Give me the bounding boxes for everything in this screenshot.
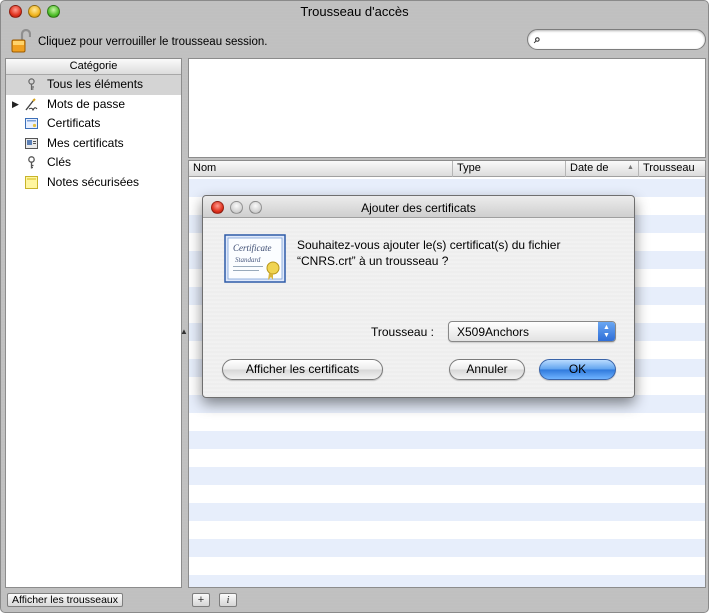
- window-title: Trousseau d'accès: [300, 4, 409, 19]
- sidebar-item-label: Mots de passe: [47, 96, 126, 111]
- lock-hint-text: Cliquez pour verrouiller le trousseau se…: [38, 36, 268, 48]
- dialog-title: Ajouter des certificats: [361, 201, 476, 215]
- sidebar-item-secure-notes[interactable]: Notes sécurisées: [6, 173, 181, 193]
- category-sidebar: Catégorie Tous les éléments ▶ Mots de pa…: [5, 58, 182, 588]
- sidebar-item-label: Mes certificats: [47, 135, 124, 150]
- search-field[interactable]: ⌕: [527, 29, 706, 50]
- all-items-icon: [28, 78, 35, 90]
- column-header-name[interactable]: Nom: [189, 161, 453, 177]
- sidebar-item-label: Certificats: [47, 116, 101, 130]
- column-header-keychain[interactable]: Trousseau: [639, 161, 705, 177]
- certificate-icon: [25, 118, 38, 129]
- ok-button[interactable]: OK: [539, 359, 616, 380]
- category-header: Catégorie: [6, 59, 181, 75]
- dialog-title-bar: Ajouter des certificats: [203, 196, 634, 218]
- cert-icon-text-1: Certificate: [233, 243, 272, 253]
- keychain-window: Trousseau d'accès Cliquez pour verrouill…: [0, 0, 709, 613]
- dialog-message: Souhaitez-vous ajouter le(s) certificat(…: [297, 238, 561, 268]
- cert-icon-text-2: Standard: [235, 256, 261, 264]
- key-icon: [28, 156, 35, 169]
- column-header-type[interactable]: Type: [453, 161, 566, 177]
- sidebar-item-label: Tous les éléments: [47, 77, 144, 91]
- popup-arrows-icon: ▲ ▼: [598, 322, 615, 341]
- sidebar-item-all-items[interactable]: Tous les éléments: [6, 75, 181, 95]
- sidebar-item-keys[interactable]: Clés: [6, 153, 181, 173]
- show-keychains-button[interactable]: Afficher les trousseaux: [7, 593, 123, 607]
- cancel-button[interactable]: Annuler: [449, 359, 525, 380]
- password-icon: [25, 97, 38, 111]
- item-preview-pane: [188, 58, 706, 158]
- get-info-button[interactable]: i: [219, 593, 237, 607]
- my-certificates-icon: [25, 137, 38, 149]
- sort-ascending-icon: ▲: [627, 164, 634, 171]
- show-certificates-button[interactable]: Afficher les certificats: [222, 359, 383, 380]
- secure-note-icon: [25, 175, 38, 189]
- add-certificates-dialog: Ajouter des certificats Certificate Stan…: [202, 195, 635, 398]
- keychain-selected-value: X509Anchors: [457, 325, 530, 339]
- sidebar-item-passwords[interactable]: ▶ Mots de passe: [6, 95, 181, 115]
- sidebar-item-label: Notes sécurisées: [47, 174, 140, 189]
- search-icon: ⌕: [534, 32, 541, 46]
- sidebar-item-certificates[interactable]: Certificats: [6, 114, 181, 134]
- table-header: Nom Type Date de ▲ Trousseau: [189, 161, 705, 177]
- certificate-document-icon: Certificate Standard: [224, 234, 286, 283]
- sidebar-item-my-certificates[interactable]: Mes certificats: [6, 134, 181, 154]
- keychain-popup-button[interactable]: X509Anchors ▲ ▼: [448, 321, 616, 342]
- unlocked-padlock-icon[interactable]: [11, 29, 31, 53]
- search-input[interactable]: [548, 32, 698, 47]
- title-bar: Trousseau d'accès: [1, 1, 708, 23]
- splitter-handle-icon[interactable]: ▲: [180, 327, 188, 336]
- keychain-label: Trousseau :: [371, 325, 434, 339]
- disclosure-triangle-icon[interactable]: ▶: [12, 95, 19, 114]
- sidebar-item-label: Clés: [47, 155, 72, 169]
- add-item-button[interactable]: +: [192, 593, 210, 607]
